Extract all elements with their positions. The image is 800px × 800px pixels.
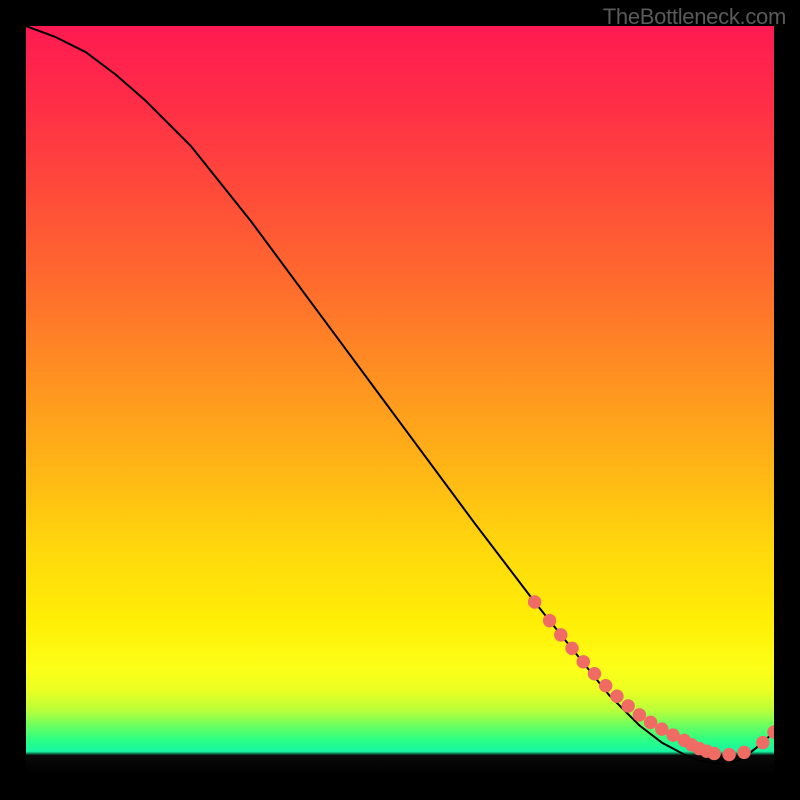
scatter-point bbox=[737, 746, 750, 759]
scatter-point bbox=[528, 595, 541, 608]
bottleneck-curve bbox=[26, 26, 774, 764]
scatter-point bbox=[722, 748, 735, 761]
scatter-point bbox=[610, 689, 623, 702]
scatter-point bbox=[599, 679, 612, 692]
scatter-point bbox=[588, 667, 601, 680]
scatter-point bbox=[554, 628, 567, 641]
scatter-point bbox=[565, 642, 578, 655]
scatter-point bbox=[707, 747, 720, 760]
watermark-label: TheBottleneck.com bbox=[603, 4, 786, 30]
scatter-point bbox=[577, 655, 590, 668]
scatter-point bbox=[621, 699, 634, 712]
scatter-point bbox=[756, 736, 769, 749]
curve-layer bbox=[26, 26, 774, 774]
scatter-points bbox=[528, 595, 774, 761]
scatter-point bbox=[644, 716, 657, 729]
scatter-point bbox=[633, 708, 646, 721]
chart-frame: TheBottleneck.com bbox=[0, 0, 800, 800]
plot-area bbox=[26, 26, 774, 774]
scatter-point bbox=[543, 614, 556, 627]
